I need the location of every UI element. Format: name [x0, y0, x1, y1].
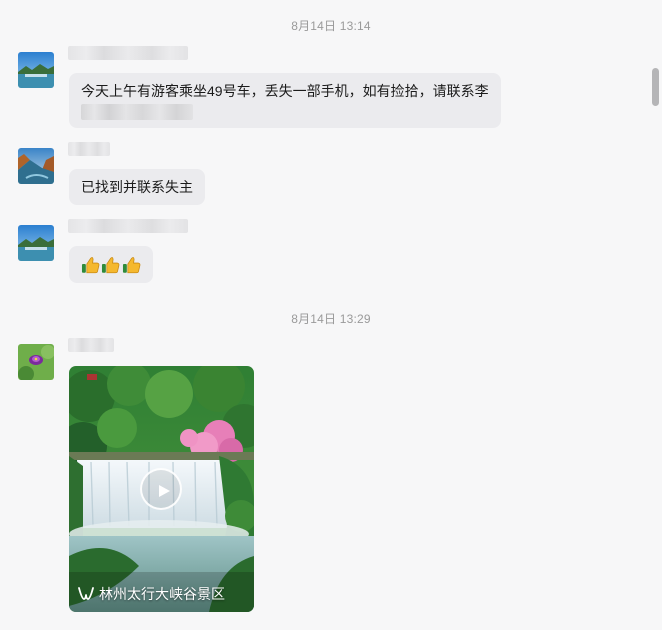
sender-name-redacted	[68, 219, 188, 233]
video-message-card[interactable]: 林州太行大峡谷景区	[69, 366, 254, 612]
redacted-text	[81, 104, 193, 120]
time-divider: 8月14日 13:29	[291, 312, 371, 326]
avatar[interactable]	[18, 52, 54, 88]
message-text: 今天上午有游客乘坐49号车，丢失一部手机，如有捡拾，请联系李	[81, 83, 489, 99]
message-bubble[interactable]: 已找到并联系失主	[69, 169, 205, 205]
video-caption-text: 林州太行大峡谷景区	[99, 586, 225, 602]
sender-name-redacted	[68, 142, 110, 156]
channels-logo-icon	[78, 587, 94, 600]
sender-name-redacted	[68, 338, 114, 352]
avatar[interactable]	[18, 344, 54, 380]
sender-name-redacted	[68, 46, 188, 60]
video-caption: 林州太行大峡谷景区	[78, 584, 225, 604]
time-divider: 8月14日 13:14	[291, 19, 371, 33]
avatar[interactable]	[18, 148, 54, 184]
thumbs-up-icon	[81, 256, 100, 273]
emoji-row	[81, 254, 141, 275]
scrollbar-thumb[interactable]	[652, 68, 659, 106]
message-bubble[interactable]: 今天上午有游客乘坐49号车，丢失一部手机，如有捡拾，请联系李	[69, 73, 501, 128]
thumbs-up-icon	[122, 256, 141, 273]
avatar[interactable]	[18, 225, 54, 261]
play-button[interactable]	[140, 468, 182, 510]
play-icon	[159, 485, 170, 497]
thumbs-up-icon	[102, 256, 120, 273]
message-bubble[interactable]	[69, 246, 153, 283]
